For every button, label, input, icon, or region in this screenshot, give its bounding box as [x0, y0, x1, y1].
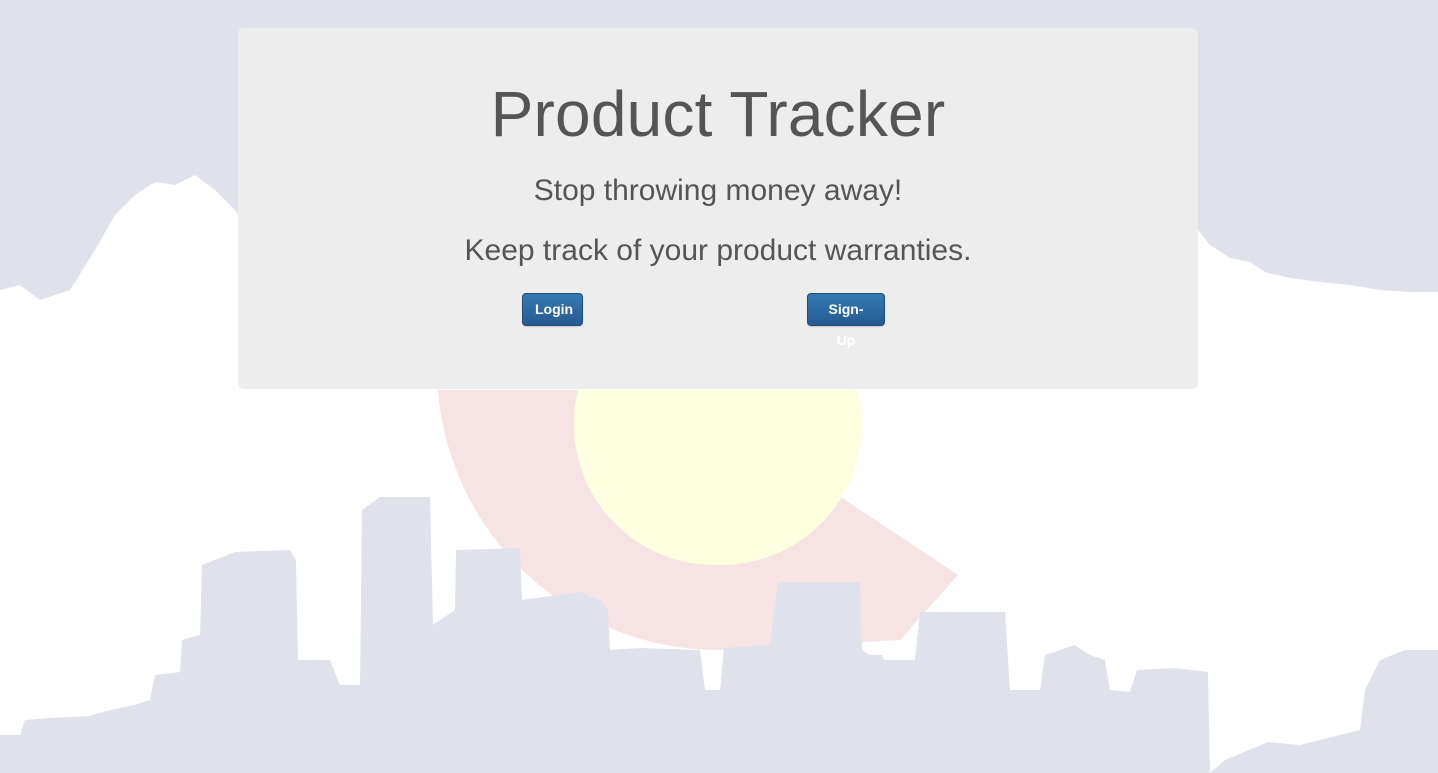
hero-panel: Product Tracker Stop throwing money away…: [238, 28, 1198, 389]
tagline-money: Stop throwing money away!: [533, 174, 903, 207]
login-button[interactable]: Login: [522, 293, 583, 326]
page-title: Product Tracker: [490, 78, 946, 150]
landing-page: Product Tracker Stop throwing money away…: [0, 0, 1438, 773]
signup-button[interactable]: Sign-Up: [807, 293, 885, 348]
tagline-warranties: Keep track of your product warranties.: [464, 234, 972, 267]
